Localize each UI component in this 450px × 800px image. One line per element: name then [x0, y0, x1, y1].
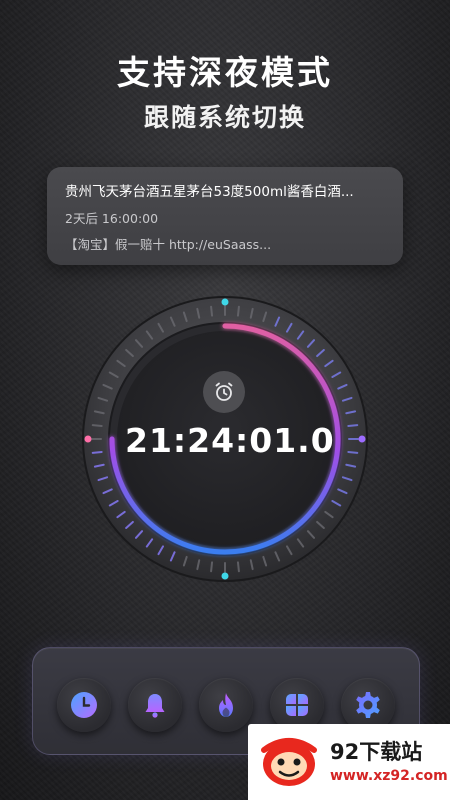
reminder-title: 贵州飞天茅台酒五星茅台53度500ml酱香白酒... [65, 184, 354, 200]
dial-tick [347, 424, 359, 428]
bell-icon [145, 694, 165, 718]
watermark-name: 92下载站 [330, 740, 423, 764]
marker-right [358, 435, 366, 443]
marker-bottom [221, 572, 229, 580]
dock-clock-button[interactable] [57, 678, 111, 732]
dial-tick [91, 424, 103, 428]
reminder-card[interactable]: 贵州飞天茅台酒五星茅台53度500ml酱香白酒... 2天后 16:00:00 … [47, 167, 403, 265]
alarm-button[interactable] [203, 371, 245, 413]
dial-tick [210, 561, 214, 573]
marker-left [84, 435, 92, 443]
dial-tick [347, 450, 359, 454]
marker-top [221, 298, 229, 306]
dial-tick [236, 305, 240, 317]
site-watermark: 92下载站 www.xz92.com [248, 724, 450, 800]
dial-tick [236, 561, 240, 573]
dial-tick [210, 305, 214, 317]
grid-icon [286, 694, 308, 716]
dial-tick [91, 450, 103, 454]
alarm-clock-icon [215, 382, 233, 401]
flame-icon [219, 693, 233, 717]
subheadline: 跟随系统切换 [143, 103, 306, 132]
clock-icon [71, 692, 97, 718]
clock-time: 21:24:01.0 [125, 421, 335, 460]
watermark-url: www.xz92.com [330, 768, 448, 784]
reminder-time: 2天后 16:00:00 [65, 211, 159, 226]
dock-flame-button[interactable] [199, 678, 253, 732]
mascot-logo-icon [261, 738, 317, 786]
dock-bell-button[interactable] [128, 678, 182, 732]
reminder-body: 【淘宝】假一赔十 http://euSaass... [65, 237, 272, 252]
gear-icon [356, 692, 380, 718]
headline: 支持深夜模式 [117, 53, 333, 92]
